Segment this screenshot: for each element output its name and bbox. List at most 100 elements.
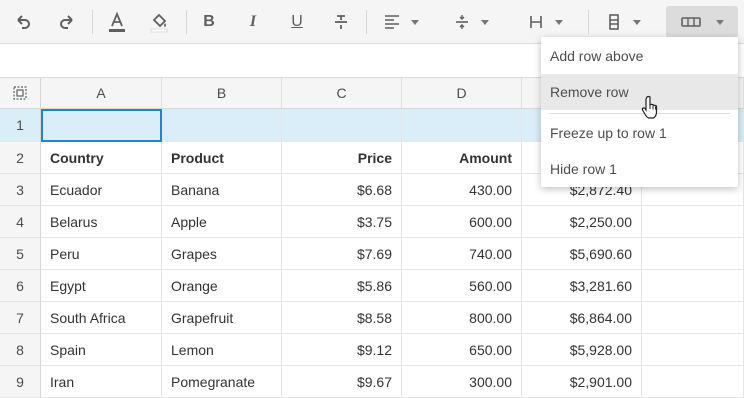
chevron-down-icon — [716, 19, 724, 25]
cell-product[interactable]: Lemon — [162, 334, 282, 366]
italic-button[interactable]: I — [238, 6, 268, 38]
chevron-down-icon — [481, 19, 489, 25]
redo-button[interactable] — [52, 6, 82, 38]
cell-header-amount[interactable]: Amount — [402, 142, 522, 174]
cell-amount[interactable]: 740.00 — [402, 238, 522, 270]
cell-country[interactable]: Peru — [41, 238, 162, 270]
row-header-9[interactable]: 9 — [0, 366, 41, 398]
row-header-1[interactable]: 1 — [0, 109, 41, 142]
cell-product[interactable]: Pomegranate — [162, 366, 282, 398]
row-menu-icon — [681, 17, 701, 27]
cell-price[interactable]: $9.67 — [282, 366, 402, 398]
row-header-3[interactable]: 3 — [0, 174, 41, 206]
cell-blank[interactable] — [642, 302, 744, 334]
column-icon — [530, 16, 542, 28]
cell-b1[interactable] — [162, 109, 282, 142]
select-all-button[interactable] — [0, 78, 41, 109]
cell-price[interactable]: $8.58 — [282, 302, 402, 334]
bold-button[interactable]: B — [194, 6, 224, 38]
cell-header-product[interactable]: Product — [162, 142, 282, 174]
cell-product[interactable]: Orange — [162, 270, 282, 302]
cell-total[interactable]: $2,901.00 — [522, 366, 642, 398]
menu-separator — [549, 113, 730, 114]
chevron-down-icon — [411, 19, 419, 25]
cell-country[interactable]: Spain — [41, 334, 162, 366]
row-icon — [609, 14, 619, 30]
menu-item-add-row-above[interactable]: Add row above — [541, 38, 738, 74]
toolbar-separator — [186, 10, 187, 34]
row-header-7[interactable]: 7 — [0, 302, 41, 334]
vertical-align-button[interactable] — [446, 6, 496, 38]
menu-item-hide-row[interactable]: Hide row 1 — [541, 151, 738, 187]
underline-button[interactable]: U — [282, 6, 312, 38]
cell-price[interactable]: $6.68 — [282, 174, 402, 206]
horizontal-align-button[interactable] — [376, 6, 426, 38]
text-color-button[interactable] — [102, 6, 132, 38]
cell-amount[interactable]: 800.00 — [402, 302, 522, 334]
row-header-5[interactable]: 5 — [0, 238, 41, 270]
cell-total[interactable]: $5,690.60 — [522, 238, 642, 270]
strikethrough-button[interactable] — [326, 6, 356, 38]
cell-country[interactable]: South Africa — [41, 302, 162, 334]
cell-amount[interactable]: 560.00 — [402, 270, 522, 302]
select-all-icon — [13, 86, 27, 100]
cell-amount[interactable]: 300.00 — [402, 366, 522, 398]
cell-product[interactable]: Grapefruit — [162, 302, 282, 334]
vertical-align-icon — [456, 15, 468, 29]
undo-icon — [17, 15, 30, 29]
fill-color-button[interactable] — [144, 6, 174, 38]
toolbar-separator — [92, 10, 93, 34]
row-header-4[interactable]: 4 — [0, 206, 41, 238]
text-color-icon — [109, 11, 125, 32]
cell-product[interactable]: Grapes — [162, 238, 282, 270]
cell-header-price[interactable]: Price — [282, 142, 402, 174]
cell-total[interactable]: $2,250.00 — [522, 206, 642, 238]
cell-blank[interactable] — [642, 334, 744, 366]
row-menu-button[interactable] — [666, 6, 738, 38]
cell-blank[interactable] — [642, 238, 744, 270]
cell-price[interactable]: $3.75 — [282, 206, 402, 238]
cell-blank[interactable] — [642, 206, 744, 238]
row-header-2[interactable]: 2 — [0, 142, 41, 174]
horizontal-align-icon — [385, 15, 399, 29]
row-header-6[interactable]: 6 — [0, 270, 41, 302]
hand-cursor-icon — [641, 95, 658, 119]
cell-amount[interactable]: 650.00 — [402, 334, 522, 366]
column-header-a[interactable]: A — [41, 78, 162, 109]
bold-icon: B — [203, 13, 215, 30]
redo-icon — [60, 15, 73, 29]
cell-price[interactable]: $7.69 — [282, 238, 402, 270]
cell-price[interactable]: $9.12 — [282, 334, 402, 366]
column-header-b[interactable]: B — [162, 78, 282, 109]
cell-blank[interactable] — [642, 366, 744, 398]
cell-amount[interactable]: 430.00 — [402, 174, 522, 206]
italic-icon: I — [249, 13, 257, 30]
column-header-c[interactable]: C — [282, 78, 402, 109]
row-button[interactable] — [598, 6, 648, 38]
cell-header-country[interactable]: Country — [41, 142, 162, 174]
toolbar-separator — [366, 10, 367, 34]
cell-total[interactable]: $3,281.60 — [522, 270, 642, 302]
cell-blank[interactable] — [642, 270, 744, 302]
active-cell-a1[interactable] — [41, 109, 162, 142]
column-header-d[interactable]: D — [402, 78, 522, 109]
chevron-down-icon — [633, 19, 641, 25]
row-header-8[interactable]: 8 — [0, 334, 41, 366]
cell-country[interactable]: Egypt — [41, 270, 162, 302]
menu-item-remove-row[interactable]: Remove row — [541, 74, 738, 110]
cell-country[interactable]: Belarus — [41, 206, 162, 238]
cell-total[interactable]: $6,864.00 — [522, 302, 642, 334]
underline-icon: U — [291, 13, 303, 30]
cell-price[interactable]: $5.86 — [282, 270, 402, 302]
column-button[interactable] — [520, 6, 570, 38]
menu-item-freeze-up-to-row[interactable]: Freeze up to row 1 — [541, 115, 738, 151]
cell-product[interactable]: Apple — [162, 206, 282, 238]
cell-d1[interactable] — [402, 109, 522, 142]
cell-country[interactable]: Ecuador — [41, 174, 162, 206]
cell-total[interactable]: $5,928.00 — [522, 334, 642, 366]
undo-button[interactable] — [8, 6, 38, 38]
cell-amount[interactable]: 600.00 — [402, 206, 522, 238]
cell-c1[interactable] — [282, 109, 402, 142]
cell-country[interactable]: Iran — [41, 366, 162, 398]
cell-product[interactable]: Banana — [162, 174, 282, 206]
